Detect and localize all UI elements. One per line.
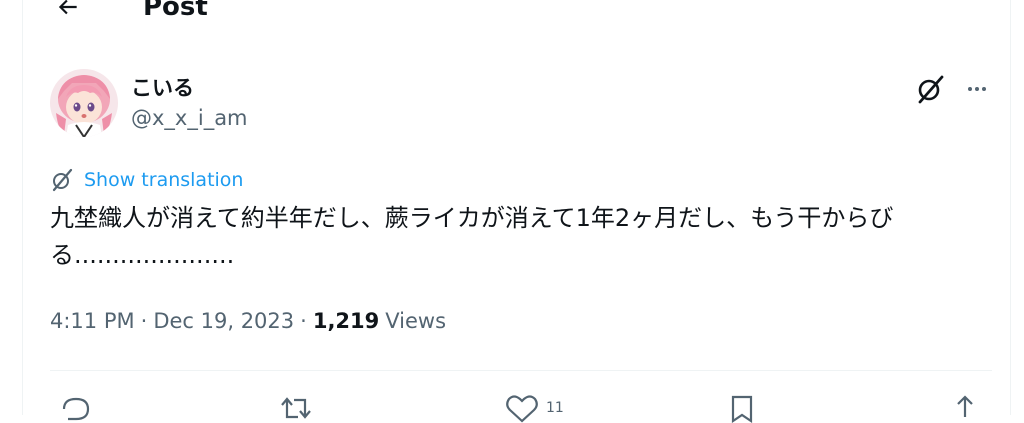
grok-button[interactable] [913, 72, 947, 106]
heart-icon [506, 395, 538, 423]
share-button[interactable] [950, 393, 980, 423]
tweet-text: 九埜織人が消えて約半年だし、蕨ライカが消えて1年2ヶ月だし、もう干からびる...… [50, 204, 894, 269]
arrow-left-icon [58, 0, 77, 15]
more-options-button[interactable] [960, 72, 994, 106]
author-display-name[interactable]: こいる [131, 72, 194, 102]
reply-icon [62, 397, 90, 421]
reply-button[interactable] [58, 393, 94, 423]
like-button[interactable]: 11 [504, 393, 564, 423]
repost-icon [281, 397, 311, 419]
bookmark-button[interactable] [727, 393, 757, 423]
show-translation-label: Show translation [84, 169, 244, 191]
post-header: Post [23, 0, 1010, 22]
page-title: Post [143, 0, 208, 22]
views-count[interactable]: 1,219 [313, 309, 379, 333]
back-button[interactable] [53, 0, 83, 22]
tweet-metadata: 4:11 PM · Dec 19, 2023 · 1,219 Views [50, 309, 446, 333]
column-right-border [1010, 0, 1011, 415]
views-label: Views [385, 309, 447, 333]
column-left-border [22, 0, 23, 415]
tweet-date[interactable]: Dec 19, 2023 [153, 309, 294, 333]
author-handle[interactable]: @x_x_i_am [131, 106, 248, 130]
grok-icon [918, 75, 944, 104]
repost-button[interactable] [278, 393, 314, 423]
avatar[interactable] [50, 69, 118, 137]
avatar-image [50, 69, 118, 137]
meta-separator: · [300, 309, 307, 333]
share-icon [957, 395, 973, 417]
more-icon [968, 87, 986, 91]
like-count: 11 [546, 400, 564, 416]
show-translation-button[interactable]: Show translation [50, 166, 243, 194]
bookmark-icon [731, 395, 753, 423]
grok-icon [52, 168, 73, 192]
meta-separator: · [140, 309, 148, 333]
tweet-time[interactable]: 4:11 PM [50, 309, 135, 333]
divider [50, 370, 992, 371]
